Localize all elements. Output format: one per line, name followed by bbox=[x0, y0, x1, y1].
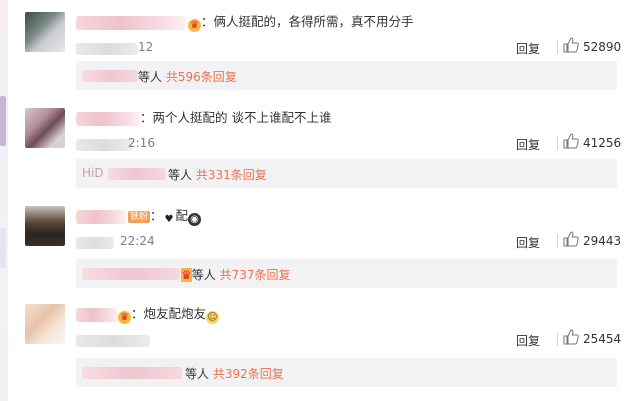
timestamp-blurred bbox=[76, 43, 138, 55]
divider bbox=[557, 332, 558, 346]
reply-button[interactable]: 回复 bbox=[516, 234, 540, 251]
avatar[interactable] bbox=[25, 108, 65, 148]
comment-text: ♛ ：炮友配炮友☺ bbox=[118, 305, 220, 324]
reply-button[interactable]: 回复 bbox=[516, 136, 540, 153]
reply-username-blurred bbox=[82, 268, 180, 280]
divider bbox=[557, 234, 558, 248]
reply-summary[interactable]: HiD 等人 共331条回复 bbox=[76, 159, 617, 188]
smirk-emoji-icon: ☺ bbox=[206, 311, 220, 324]
reply-summary-text[interactable]: 等人 共392条回复 bbox=[185, 365, 284, 382]
comment-item: ♛ ：俩人挺配的，各得所需，真不用分手 12 回复 52890 等人 共596条回… bbox=[0, 10, 640, 100]
thumbs-up-icon[interactable] bbox=[563, 231, 579, 247]
vip-crown-icon: ♛ bbox=[181, 268, 192, 282]
comment-item: ♛ ：炮友配炮友☺ 回复 25454 等人 共392条回复 bbox=[0, 302, 640, 401]
heart-icon: ♥ bbox=[164, 214, 174, 225]
avatar[interactable] bbox=[25, 12, 65, 52]
vip-crown-icon: ♛ bbox=[118, 311, 131, 324]
like-count: 29443 bbox=[583, 234, 622, 248]
comment-time: 12 bbox=[138, 40, 154, 54]
fan-badge: 铁粉 bbox=[128, 211, 151, 223]
reply-prefix: HiD bbox=[82, 166, 104, 180]
comment-text: ：两个人挺配的 谈不上谁配不上谁 bbox=[140, 110, 332, 125]
reply-username-blurred bbox=[108, 168, 166, 180]
reply-summary[interactable]: 等人 共392条回复 bbox=[76, 358, 617, 387]
timestamp-blurred bbox=[76, 237, 114, 249]
divider bbox=[557, 136, 558, 150]
avatar[interactable] bbox=[25, 304, 65, 344]
like-count: 41256 bbox=[583, 136, 622, 150]
comment-item: 铁粉： ♥ 配 ◉ 22:24 回复 29443 ♛等人 共737条回复 bbox=[0, 204, 640, 296]
reply-button[interactable]: 回复 bbox=[516, 40, 540, 57]
like-count: 25454 bbox=[583, 332, 622, 346]
like-count: 52890 bbox=[583, 40, 622, 54]
username-blurred[interactable] bbox=[76, 210, 126, 224]
comment-time: 2:16 bbox=[128, 136, 155, 150]
username-blurred[interactable] bbox=[76, 16, 186, 30]
divider bbox=[557, 40, 558, 54]
reply-username-blurred bbox=[82, 70, 138, 82]
username-blurred[interactable] bbox=[76, 112, 140, 126]
reply-summary[interactable]: ♛等人 共737条回复 bbox=[76, 259, 617, 288]
vip-crown-icon: ♛ bbox=[188, 19, 201, 32]
reply-summary-text[interactable]: 等人 共331条回复 bbox=[168, 166, 267, 183]
reply-username-blurred bbox=[82, 367, 182, 379]
thumbs-up-icon[interactable] bbox=[563, 133, 579, 149]
comment-time: 22:24 bbox=[120, 234, 155, 248]
reply-summary[interactable]: 等人 共596条回复 bbox=[76, 61, 617, 90]
comment-item: ：两个人挺配的 谈不上谁配不上谁 2:16 回复 41256 HiD 等人 共3… bbox=[0, 106, 640, 196]
comment-text: ♛ ：俩人挺配的，各得所需，真不用分手 bbox=[188, 13, 414, 32]
avatar[interactable] bbox=[25, 206, 65, 246]
reply-summary-text[interactable]: ♛等人 共737条回复 bbox=[181, 266, 291, 283]
username-blurred[interactable] bbox=[76, 308, 118, 322]
timestamp-blurred bbox=[76, 335, 150, 347]
thumbs-up-icon[interactable] bbox=[563, 37, 579, 53]
timestamp-blurred bbox=[76, 139, 132, 151]
thumbs-up-icon[interactable] bbox=[563, 329, 579, 345]
comment-text: 铁粉： ♥ 配 ◉ bbox=[128, 207, 202, 226]
reply-button[interactable]: 回复 bbox=[516, 332, 540, 349]
dog-emoji-icon: ◉ bbox=[188, 213, 202, 226]
reply-summary-text[interactable]: 等人 共596条回复 bbox=[138, 68, 237, 85]
